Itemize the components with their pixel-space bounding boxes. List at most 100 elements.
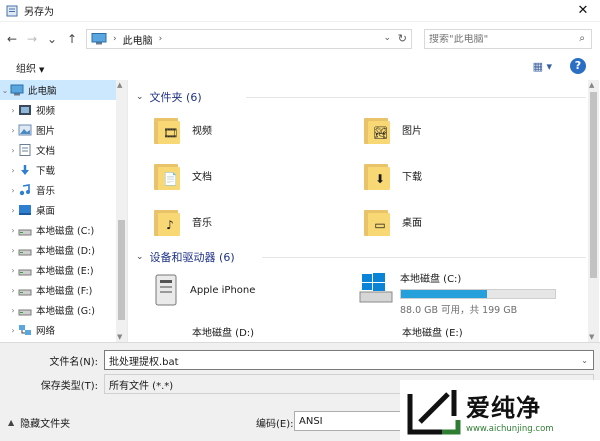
- collapse-chevron-icon[interactable]: ⌄: [136, 252, 144, 262]
- sidebar-scrollbar[interactable]: ▲ ▼: [116, 80, 127, 342]
- collapse-chevron-icon[interactable]: ⌄: [136, 92, 144, 102]
- chevron-down-icon[interactable]: ⌄: [0, 86, 10, 95]
- sidebar-item[interactable]: › 下载: [0, 160, 127, 180]
- scrollbar-thumb[interactable]: [590, 92, 597, 278]
- chevron-right-icon[interactable]: ›: [8, 286, 18, 295]
- chevron-right-icon[interactable]: ›: [8, 146, 18, 155]
- watermark-title: 爱纯净: [466, 393, 541, 422]
- chevron-right-icon[interactable]: ›: [8, 186, 18, 195]
- sidebar-item[interactable]: › 视频: [0, 100, 127, 120]
- chevron-right-icon[interactable]: ›: [8, 306, 18, 315]
- organize-label: 组织: [16, 63, 36, 75]
- drive-e[interactable]: 本地磁盘 (E:): [402, 324, 558, 342]
- content-pane: ⌄ 文件夹 (6) 🎞 视频 🏞 图片 📄 文档 ⬇ 下载 ♪ 音乐 ▭ 桌面 ⌄ 设备和驱动器 (6…: [130, 80, 588, 342]
- filename-value[interactable]: 批处理提权.bat: [109, 353, 179, 368]
- sidebar-item[interactable]: › 文档: [0, 140, 127, 160]
- sidebar-item[interactable]: › 本地磁盘 (F:): [0, 280, 127, 300]
- devices-group-header[interactable]: ⌄ 设备和驱动器 (6): [136, 248, 586, 266]
- help-icon[interactable]: ?: [570, 58, 586, 74]
- picture-icon: [18, 124, 32, 136]
- sidebar-item[interactable]: › 本地磁盘 (G:): [0, 300, 127, 320]
- search-input[interactable]: [429, 33, 569, 45]
- filename-dropdown-icon[interactable]: ⌄: [581, 356, 588, 365]
- address-dropdown-icon[interactable]: ⌄: [383, 33, 391, 43]
- scrollbar-thumb[interactable]: [118, 220, 125, 320]
- drive-d[interactable]: 本地磁盘 (D:): [192, 324, 348, 342]
- chevron-right-icon[interactable]: ›: [8, 246, 18, 255]
- drive-label: 本地磁盘 (D:): [192, 328, 255, 339]
- hide-folders-toggle[interactable]: ▲ 隐藏文件夹: [8, 415, 70, 430]
- device-iphone[interactable]: Apple iPhone: [154, 274, 255, 306]
- document-icon: [19, 144, 31, 156]
- folder-label: 下载: [402, 171, 422, 183]
- content-scrollbar[interactable]: ▲ ▼: [588, 80, 599, 342]
- folder-icon: ▭: [364, 206, 392, 236]
- folder-tile[interactable]: ♪ 音乐: [154, 206, 212, 236]
- chevron-right-icon[interactable]: ›: [8, 206, 18, 215]
- chevron-right-icon[interactable]: ›: [8, 326, 18, 335]
- breadcrumb-this-pc[interactable]: 此电脑: [123, 32, 153, 47]
- folder-emblem-icon: ⬇: [374, 172, 386, 186]
- chevron-right-icon[interactable]: ›: [8, 106, 18, 115]
- folder-label: 桌面: [402, 217, 422, 229]
- sidebar-item[interactable]: › 桌面: [0, 200, 127, 220]
- refresh-icon[interactable]: ↻: [398, 32, 407, 45]
- sidebar-item[interactable]: › 本地磁盘 (C:): [0, 220, 127, 240]
- drive-label: 本地磁盘 (E:): [402, 328, 463, 339]
- sidebar-item-label: 视频: [36, 106, 56, 117]
- video-icon: [19, 105, 31, 115]
- scroll-up-icon[interactable]: ▲: [589, 81, 594, 89]
- folder-tile[interactable]: ▭ 桌面: [364, 206, 422, 236]
- chevron-right-icon[interactable]: ›: [8, 126, 18, 135]
- folder-emblem-icon: 🏞: [373, 126, 389, 140]
- sidebar-item-label: 网络: [36, 326, 56, 337]
- folder-emblem-icon: 📄: [163, 172, 178, 186]
- scroll-down-icon[interactable]: ▼: [589, 333, 594, 341]
- chevron-right-icon[interactable]: ›: [8, 166, 18, 175]
- sidebar-item[interactable]: › 图片: [0, 120, 127, 140]
- sidebar-item-label: 本地磁盘 (G:): [36, 306, 95, 317]
- chevron-right-icon[interactable]: ›: [8, 266, 18, 275]
- navigation-bar: ← → ⌄ ↑ › 此电脑 › ⌄ ↻ ⌕: [0, 24, 600, 54]
- up-button[interactable]: ↑: [64, 31, 80, 47]
- sidebar-item-label: 本地磁盘 (C:): [36, 226, 95, 237]
- folder-tile[interactable]: ⬇ 下载: [364, 160, 422, 190]
- caret-up-icon: ▲: [8, 418, 15, 427]
- address-separator[interactable]: ›: [159, 34, 163, 44]
- search-box[interactable]: ⌕: [424, 29, 592, 49]
- address-bar[interactable]: › 此电脑 › ⌄ ↻: [86, 29, 412, 49]
- encoding-value[interactable]: ANSI: [299, 416, 323, 427]
- sidebar-item[interactable]: › 网络: [0, 320, 127, 340]
- folder-tile[interactable]: 🎞 视频: [154, 114, 212, 144]
- forward-button[interactable]: →: [24, 31, 40, 47]
- filename-field[interactable]: 批处理提权.bat ⌄: [104, 350, 594, 370]
- encoding-label: 编码(E):: [256, 419, 294, 430]
- music-icon: [19, 184, 30, 196]
- folder-tile[interactable]: 🏞 图片: [364, 114, 422, 144]
- recent-locations-icon[interactable]: ⌄: [44, 31, 60, 47]
- close-icon[interactable]: ✕: [576, 4, 590, 18]
- sidebar-item-label: 本地磁盘 (D:): [36, 246, 95, 257]
- folder-icon: 🎞: [154, 114, 182, 144]
- sidebar-item-label: 桌面: [36, 206, 56, 217]
- scroll-down-icon[interactable]: ▼: [117, 333, 122, 341]
- filetype-value[interactable]: 所有文件 (*.*): [109, 377, 173, 392]
- scroll-up-icon[interactable]: ▲: [117, 81, 122, 89]
- drive-c[interactable]: 本地磁盘 (C:) 88.0 GB 可用，共 199 GB: [358, 270, 556, 316]
- folder-label: 音乐: [192, 217, 212, 229]
- sidebar-item-label: 音乐: [36, 186, 56, 197]
- organize-menu[interactable]: 组织 ▼: [16, 60, 44, 75]
- sidebar-item[interactable]: › 音乐: [0, 180, 127, 200]
- folders-group-header[interactable]: ⌄ 文件夹 (6): [136, 88, 586, 106]
- sidebar-item[interactable]: › 本地磁盘 (D:): [0, 240, 127, 260]
- folder-emblem-icon: ▭: [374, 218, 386, 232]
- folder-tile[interactable]: 📄 文档: [154, 160, 212, 190]
- network-icon: [19, 325, 31, 335]
- sidebar-item[interactable]: › 本地磁盘 (E:): [0, 260, 127, 280]
- devices-header-label: 设备和驱动器 (6): [149, 251, 235, 264]
- view-options-icon[interactable]: ▦ ▾: [533, 60, 552, 73]
- chevron-right-icon[interactable]: ›: [8, 226, 18, 235]
- sidebar-item[interactable]: ⌄ 此电脑: [0, 80, 127, 100]
- back-button[interactable]: ←: [4, 31, 20, 47]
- search-icon[interactable]: ⌕: [579, 33, 585, 44]
